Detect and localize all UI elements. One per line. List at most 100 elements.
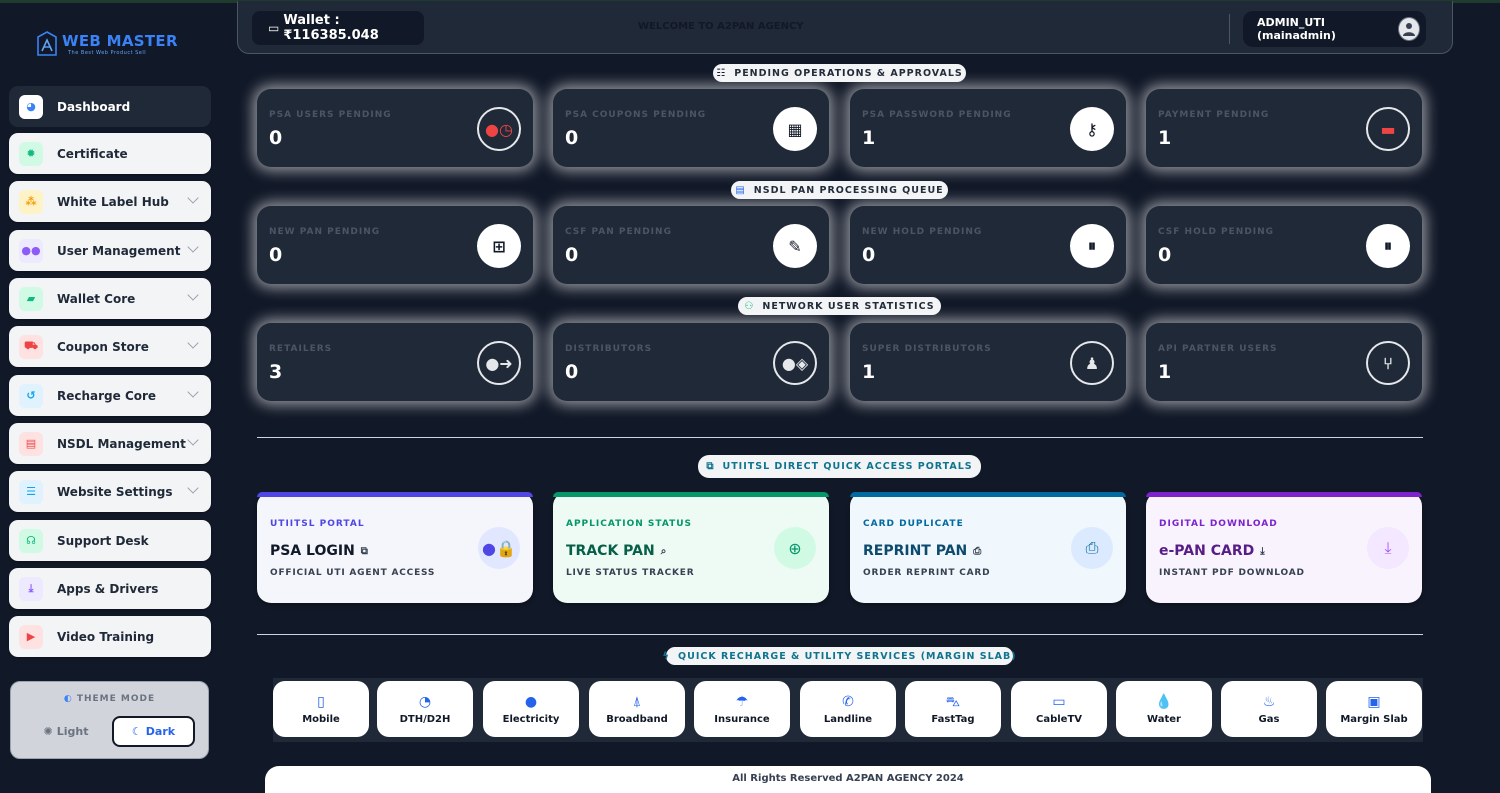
stat-card-retailers[interactable]: RETAILERS 3 ●➜ <box>257 323 533 401</box>
portal-title: e-PAN CARD <box>1159 543 1255 559</box>
theme-dark-label: Dark <box>145 725 176 738</box>
qrcode-icon: ▦ <box>773 107 817 151</box>
print-icon: ⎙ <box>973 545 982 557</box>
service-label: FastTag <box>931 713 975 725</box>
footer-text: All Rights Reserved A2PAN AGENCY 2024 <box>732 773 964 784</box>
stat-value: 3 <box>269 361 283 383</box>
service-margin-slab[interactable]: ▣ Margin Slab <box>1326 681 1422 737</box>
sidebar-item-white-label-hub[interactable]: ⁂ White Label Hub <box>9 181 211 222</box>
theme-light-button[interactable]: ✺ Light <box>23 716 109 747</box>
sidebar-item-user-management[interactable]: ●● User Management <box>9 230 211 271</box>
sidebar-item-label: Video Training <box>57 629 155 644</box>
sidebar-item-label: Certificate <box>57 146 128 161</box>
sidebar-item-coupon-store[interactable]: ⛟ Coupon Store <box>9 326 211 367</box>
service-fasttag[interactable]: ⛍ FastTag <box>905 681 1001 737</box>
pause-icon: ⏸ <box>1070 224 1114 268</box>
print-icon: ⎙ <box>1071 527 1113 569</box>
chevron-down-icon <box>187 482 199 494</box>
wallet-balance[interactable]: ▭ Wallet : ₹116385.048 <box>252 11 424 45</box>
section-pill-nsdl: ▤ NSDL PAN PROCESSING QUEUE <box>731 181 948 199</box>
sidebar-item-apps-drivers[interactable]: ⤓ Apps & Drivers <box>9 568 211 609</box>
key-icon: ⚷ <box>1070 107 1114 151</box>
service-broadband[interactable]: ⍋ Broadband <box>589 681 685 737</box>
stat-value: 1 <box>1158 361 1172 383</box>
stat-card-psa-users-pending[interactable]: PSA USERS PENDING 0 ●◷ <box>257 89 533 167</box>
download-icon: ⤓ <box>1367 527 1409 569</box>
portal-card-reprint-pan[interactable]: CARD DUPLICATE REPRINT PAN ⎙ ORDER REPRI… <box>850 492 1126 603</box>
portal-card-psa-login[interactable]: UTIITSL PORTAL PSA LOGIN ⧉ OFFICIAL UTI … <box>257 492 533 603</box>
stat-card-distributors[interactable]: DISTRIBUTORS 0 ●◈ <box>553 323 829 401</box>
chevron-down-icon <box>187 386 199 398</box>
user-tie-icon: ♟ <box>1070 341 1114 385</box>
half-circle-icon: ◐ <box>63 694 73 704</box>
footer: All Rights Reserved A2PAN AGENCY 2024 <box>265 766 1431 793</box>
stat-card-csf-hold-pending[interactable]: CSF HOLD PENDING 0 ⏸ <box>1146 206 1422 284</box>
service-electricity[interactable]: ● Electricity <box>483 681 579 737</box>
stat-card-psa-password-pending[interactable]: PSA PASSWORD PENDING 1 ⚷ <box>850 89 1126 167</box>
sidebar-item-website-settings[interactable]: ☰ Website Settings <box>9 471 211 512</box>
stat-label: CSF PAN PENDING <box>565 227 672 237</box>
sidebar-item-certificate[interactable]: ✹ Certificate <box>9 133 211 174</box>
stat-card-api-partner-users[interactable]: API PARTNER USERS 1 ⑂ <box>1146 323 1422 401</box>
service-mobile[interactable]: ▯ Mobile <box>273 681 369 737</box>
history-icon: ↺ <box>19 383 43 408</box>
tint-icon: 💧 <box>1155 693 1173 710</box>
user-arrow-icon: ●➜ <box>477 341 521 385</box>
section-title: NSDL PAN PROCESSING QUEUE <box>753 184 944 196</box>
chevron-down-icon <box>187 434 199 446</box>
download-icon: ⤓ <box>1260 545 1265 557</box>
satellite-dish-icon: ◔ <box>418 693 432 710</box>
stat-card-new-pan-pending[interactable]: NEW PAN PENDING 0 ⊞ <box>257 206 533 284</box>
theme-dark-button[interactable]: ☾ Dark <box>112 716 195 747</box>
accent-bar <box>257 492 533 497</box>
stat-value: 0 <box>565 127 579 149</box>
service-cabletv[interactable]: ▭ CableTV <box>1011 681 1107 737</box>
service-gas[interactable]: ♨ Gas <box>1221 681 1317 737</box>
service-label: Margin Slab <box>1340 713 1408 725</box>
service-insurance[interactable]: ☂ Insurance <box>694 681 790 737</box>
sidebar-item-wallet-core[interactable]: ▰ Wallet Core <box>9 278 211 319</box>
chevron-down-icon <box>187 192 199 204</box>
stat-card-super-distributors[interactable]: SUPER DISTRIBUTORS 1 ♟ <box>850 323 1126 401</box>
service-dth[interactable]: ◔ DTH/D2H <box>377 681 473 737</box>
search-icon: ⌕ <box>660 545 667 557</box>
service-water[interactable]: 💧 Water <box>1116 681 1212 737</box>
sidebar: WEB MASTER The Best Web Product Sell ◕ D… <box>0 3 220 793</box>
sidebar-item-nsdl-management[interactable]: ▤ NSDL Management <box>9 423 211 464</box>
wallet-text: Wallet : ₹116385.048 <box>283 13 379 43</box>
portal-category: DIGITAL DOWNLOAD <box>1159 519 1278 529</box>
service-label: CableTV <box>1035 713 1082 725</box>
sidebar-item-support-desk[interactable]: ☊ Support Desk <box>9 520 211 561</box>
portal-title: PSA LOGIN <box>270 543 355 559</box>
gauge-icon: ◕ <box>19 94 43 119</box>
portal-card-track-pan[interactable]: APPLICATION STATUS TRACK PAN ⌕ LIVE STAT… <box>553 492 829 603</box>
service-label: Gas <box>1258 713 1280 725</box>
brand-logo[interactable]: WEB MASTER The Best Web Product Sell <box>36 27 186 61</box>
cart-icon: ⛟ <box>19 334 43 359</box>
money-bill-icon: ▬ <box>1366 107 1410 151</box>
service-landline[interactable]: ✆ Landline <box>800 681 896 737</box>
download-icon: ⤓ <box>19 576 43 601</box>
stat-label: SUPER DISTRIBUTORS <box>862 344 992 354</box>
user-menu[interactable]: ADMIN_UTI (mainadmin) <box>1243 11 1426 47</box>
sidebar-item-video-training[interactable]: ▶ Video Training <box>9 616 211 657</box>
sidebar-item-recharge-core[interactable]: ↺ Recharge Core <box>9 375 211 416</box>
sidebar-item-label: Coupon Store <box>57 339 149 354</box>
id-card-icon: ▤ <box>735 184 746 196</box>
badge-icon: ✹ <box>19 141 43 166</box>
section-title: UTIITSL DIRECT QUICK ACCESS PORTALS <box>722 461 973 472</box>
sidebar-item-dashboard[interactable]: ◕ Dashboard <box>9 86 211 127</box>
accent-bar <box>553 492 829 497</box>
stat-card-new-hold-pending[interactable]: NEW HOLD PENDING 0 ⏸ <box>850 206 1126 284</box>
youtube-icon: ▶ <box>19 624 43 649</box>
portal-category: APPLICATION STATUS <box>566 519 693 529</box>
service-label: Broadband <box>606 713 668 725</box>
portal-card-e-pan-card[interactable]: DIGITAL DOWNLOAD e-PAN CARD ⤓ INSTANT PD… <box>1146 492 1422 603</box>
stat-card-csf-pan-pending[interactable]: CSF PAN PENDING 0 ✎ <box>553 206 829 284</box>
stat-card-payment-pending[interactable]: PAYMENT PENDING 1 ▬ <box>1146 89 1422 167</box>
stat-card-psa-coupons-pending[interactable]: PSA COUPONS PENDING 0 ▦ <box>553 89 829 167</box>
lightbulb-icon: ● <box>524 693 538 710</box>
phone-icon: ✆ <box>842 693 854 710</box>
logo-icon <box>37 31 57 56</box>
search-plus-icon: ⊕ <box>774 527 816 569</box>
